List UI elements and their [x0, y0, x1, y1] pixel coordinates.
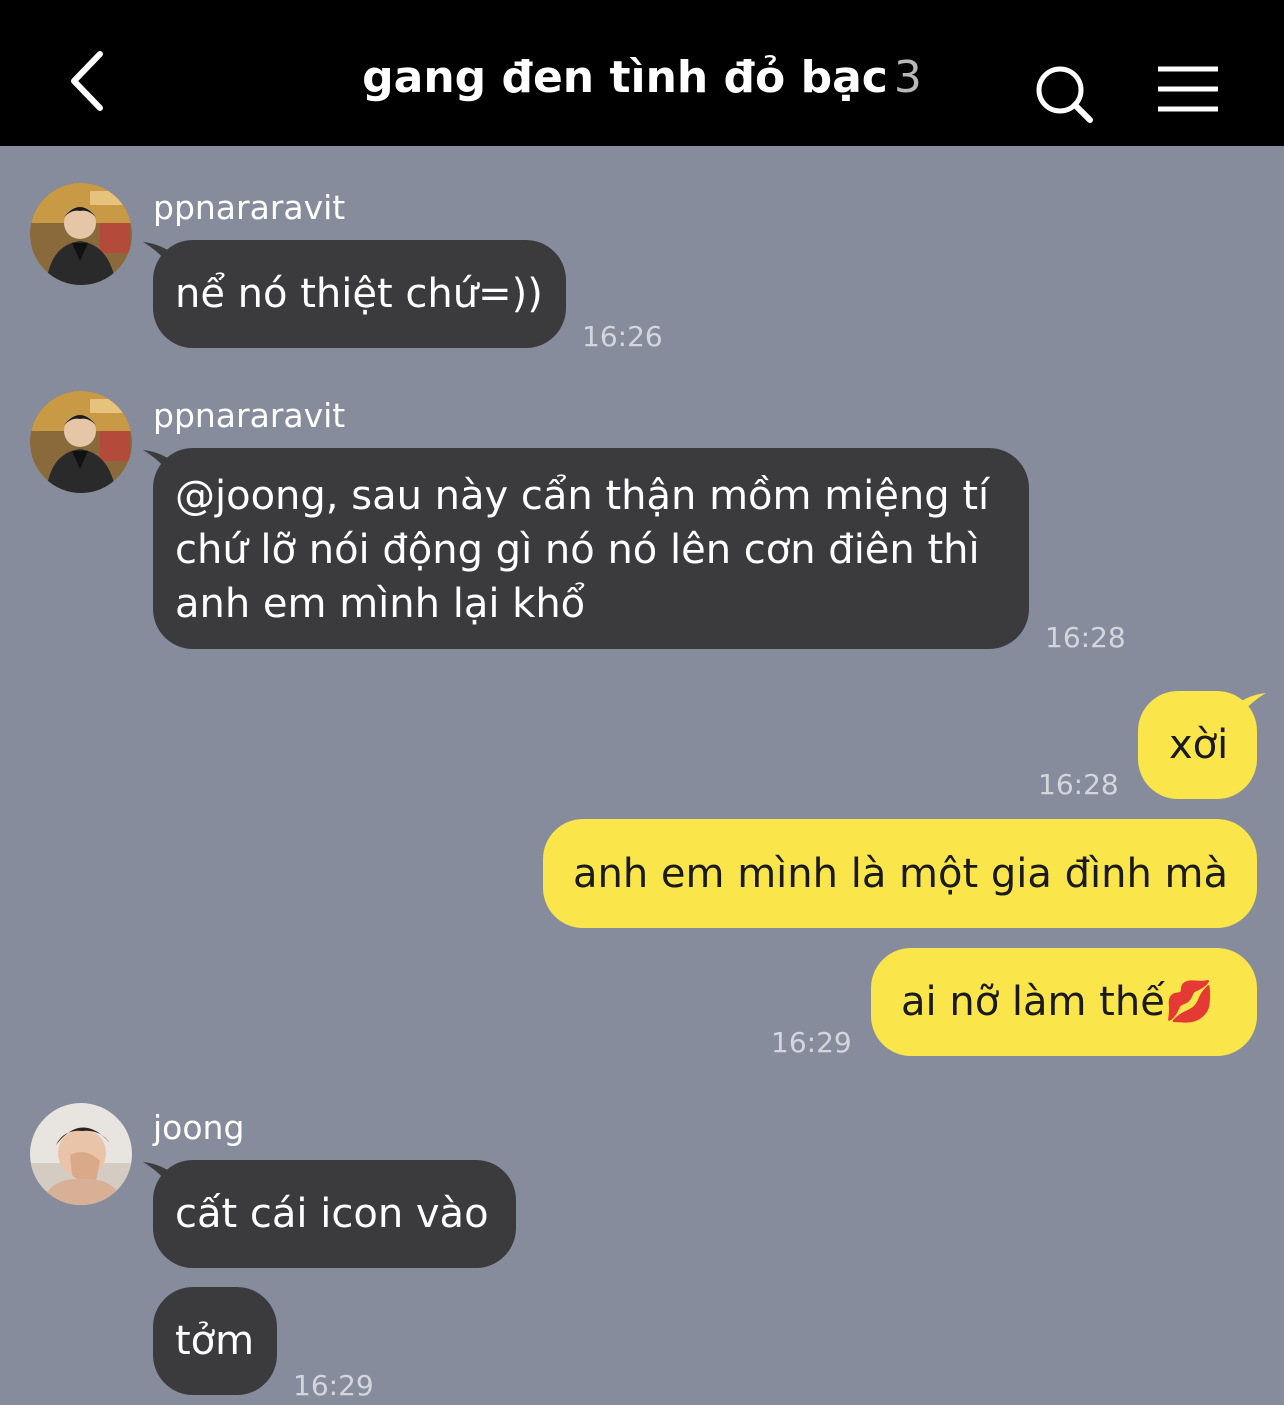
message-bubble[interactable]: @joong, sau này cẩn thận mồm miệng tí ch… — [153, 448, 1029, 649]
message-bubble[interactable]: tởm — [153, 1287, 277, 1395]
sender-name: ppnararavit — [153, 396, 346, 435]
message-time: 16:28 — [1045, 621, 1126, 654]
avatar-ppnararavit[interactable] — [30, 391, 132, 493]
message-bubble[interactable]: nể nó thiệt chứ=)) — [153, 240, 566, 348]
message-line: chứ lỡ nói động gì nó nó lên cơn điên th… — [175, 527, 980, 573]
search-button[interactable] — [1030, 60, 1096, 126]
message-text: cất cái icon vào — [175, 1191, 489, 1237]
message-text: nể nó thiệt chứ=)) — [175, 271, 543, 317]
message-time: 16:26 — [582, 320, 663, 353]
sender-name: ppnararavit — [153, 188, 346, 227]
message-line: anh em mình lại khổ — [175, 581, 586, 627]
avatar-ppnararavit[interactable] — [30, 183, 132, 285]
bubble-tail — [1236, 693, 1266, 719]
message-time: 16:29 — [293, 1369, 374, 1402]
message-line: @joong, sau này cẩn thận mồm miệng tí — [175, 473, 990, 519]
message-text: tởm — [175, 1318, 255, 1364]
message-time: 16:29 — [771, 1026, 852, 1059]
message-text: xời — [1169, 722, 1229, 768]
group-name: gang đen tình đỏ bạc — [362, 52, 888, 103]
sender-name: joong — [153, 1108, 245, 1147]
message-time: 16:28 — [1038, 768, 1119, 801]
message-text: ai nỡ làm thế — [901, 979, 1165, 1025]
lips-emoji-icon: 💋 — [1164, 979, 1215, 1025]
menu-button[interactable] — [1155, 64, 1221, 116]
avatar-joong[interactable] — [30, 1103, 132, 1205]
member-count: 3 — [893, 52, 922, 103]
search-icon — [1036, 66, 1093, 123]
message-bubble[interactable]: cất cái icon vào — [153, 1160, 516, 1268]
message-bubble-outgoing[interactable]: ai nỡ làm thế💋 — [871, 948, 1257, 1056]
message-text: anh em mình là một gia đình mà — [573, 851, 1229, 897]
chat-header: gang đen tình đỏ bạc 3 — [0, 0, 1284, 146]
menu-icon — [1158, 66, 1218, 112]
message-bubble-outgoing[interactable]: anh em mình là một gia đình mà — [543, 819, 1257, 928]
